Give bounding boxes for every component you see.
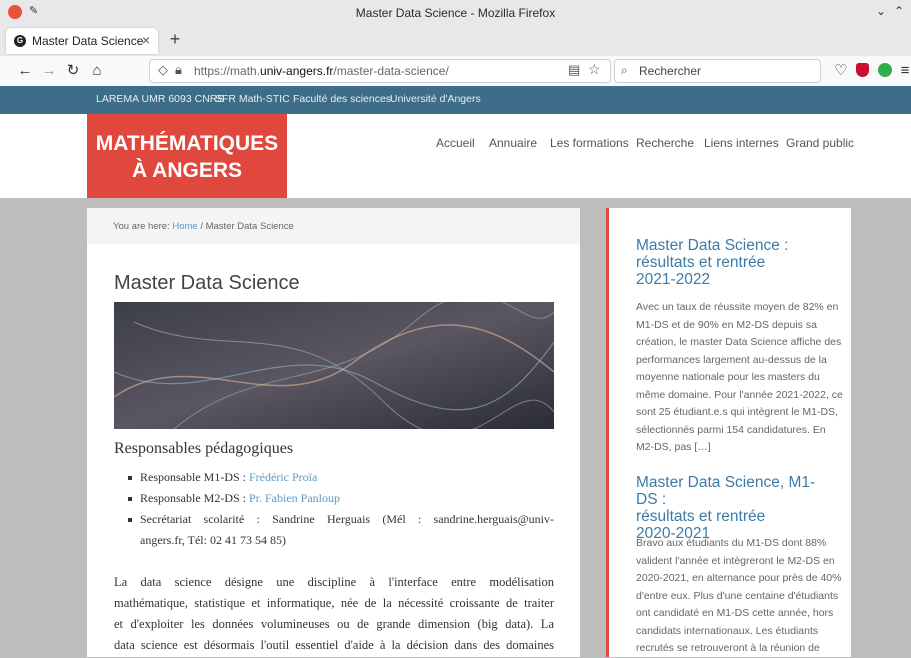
bookmark-star-icon[interactable]: ☆ — [588, 61, 601, 78]
breadcrumb-prefix: You are here: — [113, 221, 173, 232]
back-icon[interactable]: ← — [14, 60, 36, 82]
maximize-icon[interactable]: ⌃ — [894, 4, 904, 18]
toplink-larema[interactable]: LAREMA UMR 6093 CNRS — [96, 93, 224, 105]
pocket-icon[interactable]: ♡ — [830, 60, 852, 82]
secretariat-line2: angers.fr, Tél: 02 41 73 54 85) — [140, 533, 286, 547]
tab-label: Master Data Science — [32, 34, 144, 48]
url-text[interactable]: https://math.univ-angers.fr/master-data-… — [194, 64, 449, 78]
toplink-sfr[interactable]: SFR Math-STIC — [215, 93, 290, 105]
window-title: Master Data Science - Mozilla Firefox — [355, 6, 556, 20]
home-icon[interactable]: ⌂ — [86, 60, 108, 82]
url-bar[interactable]: ◇ 🔒︎ https://math.univ-angers.fr/master-… — [149, 59, 611, 83]
minimize-icon[interactable]: ⌄ — [876, 4, 886, 18]
secretariat-line1: Secrétariat scolarité : Sandrine Herguai… — [140, 512, 554, 526]
logo-line2: À ANGERS — [131, 159, 243, 182]
breadcrumb-home-link[interactable]: Home — [172, 221, 197, 232]
bullet — [128, 497, 132, 501]
page-title: Master Data Science — [114, 272, 300, 294]
new-tab-button[interactable]: + — [164, 27, 186, 51]
menu-formations[interactable]: Les formations — [550, 136, 629, 150]
tab-strip: G Master Data Science × — [0, 26, 911, 56]
intro-paragraph-line2: mathématique, statistique et informatiqu… — [114, 596, 554, 610]
bullet — [128, 476, 132, 480]
breadcrumb: You are here: Home / Master Data Science — [87, 208, 580, 244]
shield-icon[interactable]: ◇ — [158, 62, 168, 78]
intro-paragraph-line1: La data science désigne une discipline à… — [114, 575, 554, 589]
resp-m2-link[interactable]: Pr. Fabien Panloup — [249, 491, 340, 505]
toplink-faculte[interactable]: Faculté des sciences — [293, 93, 391, 105]
breadcrumb-current: / Master Data Science — [197, 221, 294, 232]
tab-master-data-science[interactable]: G Master Data Science × — [6, 28, 158, 54]
menu-annuaire[interactable]: Annuaire — [489, 136, 537, 150]
sidebar-post1-title[interactable]: Master Data Science : résultats et rentr… — [636, 237, 826, 288]
sidebar-post2-title[interactable]: Master Data Science, M1-DS : résultats e… — [636, 474, 826, 542]
site-favicon-icon: G — [14, 35, 26, 47]
site-topbar: LAREMA UMR 6093 CNRS SFR Math-STIC Facul… — [0, 86, 911, 114]
search-input[interactable]: Rechercher — [639, 64, 701, 78]
menu-liens-internes[interactable]: Liens internes — [704, 136, 779, 150]
reader-view-icon[interactable]: ▤ — [568, 62, 580, 78]
menu-recherche[interactable]: Recherche — [636, 136, 694, 150]
hero-image — [114, 302, 554, 429]
ublock-icon[interactable] — [856, 63, 869, 77]
search-icon: ⌕ — [621, 63, 628, 77]
forward-icon[interactable]: → — [38, 60, 60, 82]
site-logo[interactable]: MATHÉMATIQUES À ANGERS — [87, 114, 287, 198]
sidebar-post1-excerpt: Avec un taux de réussite moyen de 82% en… — [636, 301, 843, 453]
resp-m2: Responsable M2-DS : Pr. Fabien Panloup — [140, 491, 341, 505]
tab-close-icon[interactable]: × — [142, 32, 150, 48]
window-titlebar: ✎ Master Data Science - Mozilla Firefox … — [0, 0, 911, 27]
menu-accueil[interactable]: Accueil — [436, 136, 475, 150]
menu-icon[interactable]: ≡ — [898, 60, 911, 82]
extension-icon[interactable] — [878, 63, 892, 77]
responsables-heading: Responsables pédagogiques — [114, 440, 294, 457]
reload-icon[interactable]: ↻ — [62, 60, 84, 82]
toplink-universite[interactable]: Université d'Angers — [390, 93, 481, 105]
resp-m1: Responsable M1-DS : Frédéric Proïa — [140, 470, 318, 484]
bullet — [128, 518, 132, 522]
logo-line1: MATHÉMATIQUES — [95, 132, 279, 155]
lock-icon[interactable]: 🔒︎ — [175, 62, 182, 78]
intro-paragraph-line3: et d'exploiter les données volumineuses … — [114, 617, 554, 631]
search-bar[interactable]: ⌕ Rechercher — [614, 59, 821, 83]
menu-grand-public[interactable]: Grand public — [786, 136, 854, 150]
resp-m1-link[interactable]: Frédéric Proïa — [249, 470, 317, 484]
sidebar-post2-excerpt: Bravo aux étudiants du M1-DS dont 88% va… — [636, 537, 842, 654]
intro-paragraph-line4: data science est désormais l'outil essen… — [114, 638, 554, 652]
